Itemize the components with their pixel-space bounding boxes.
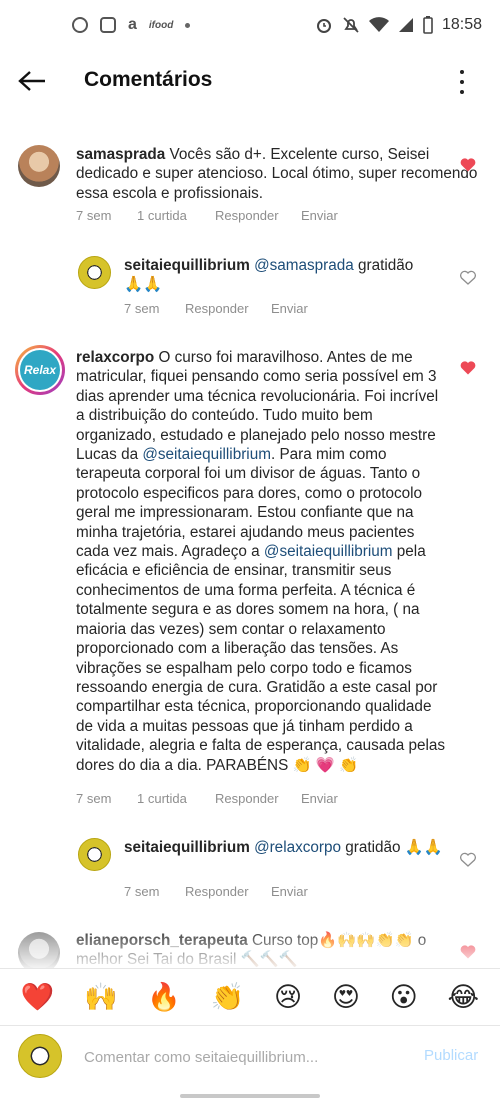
emoji-laughing-button[interactable]: 😂 [448,982,480,1012]
avatar[interactable]: Relax [15,345,65,395]
comment-text-part3: pela eficácia e eficiência de ensinar, t… [76,543,446,774]
reply-button[interactable]: Responder [215,791,301,806]
comment-time: 7 sem [76,208,112,223]
comment-username[interactable]: elianeporsch_terapeuta [76,932,248,949]
wifi-icon [368,17,389,32]
notification-icons: a ifood [72,16,191,34]
status-bar: a ifood 18:58 [0,0,500,50]
comment-time: 7 sem [124,884,160,899]
comment-meta: 7 sem 1 curtida Responder Enviar [76,208,338,223]
send-button[interactable]: Enviar [301,791,338,806]
avatar[interactable] [18,932,60,970]
comment-composer: Publicar [0,1027,500,1089]
quick-emoji-bar: ❤️ 🙌 🔥 👏 😢 😍 😮 😂 [0,968,500,1026]
amazon-icon: a [128,16,137,33]
comment-body: seitaiequillibrium @samasprada gratidão … [124,256,434,295]
comment-username[interactable]: relaxcorpo [76,349,154,366]
reply-seitaiequillibrium: seitaiequillibrium @relaxcorpo gratidão … [0,832,500,907]
reply-button[interactable]: Responder [185,301,271,316]
avatar[interactable] [78,256,111,289]
emoji-surprised-button[interactable]: 😮 [390,982,418,1012]
send-button[interactable]: Enviar [301,208,338,223]
comment-meta: 7 sem Responder Enviar [124,301,308,316]
mention-link[interactable]: @seitaiequillibrium [264,543,393,560]
heart-filled-icon[interactable] [460,360,476,375]
mention-link[interactable]: @seitaiequillibrium [142,446,271,463]
comment-samasprada: samasprada Vocês são d+. Excelente curso… [0,140,500,240]
avatar[interactable] [78,838,111,871]
heart-outline-icon[interactable] [460,270,476,285]
comment-body: samasprada Vocês são d+. Excelente curso… [76,145,486,203]
page-title: Comentários [84,68,213,91]
emoji-raised-hands-button[interactable]: 🙌 [84,982,118,1012]
battery-icon [423,16,433,34]
comment-meta: 7 sem Responder Enviar [124,884,308,899]
heart-filled-icon[interactable] [460,944,476,959]
comment-text: gratidão 🙏🙏 [345,839,443,856]
comment-body: seitaiequillibrium @relaxcorpo gratidão … [124,838,444,857]
send-button[interactable]: Enviar [271,301,308,316]
reply-seitaiequillibrium: seitaiequillibrium @samasprada gratidão … [0,250,500,325]
emoji-heart-button[interactable]: ❤️ [21,982,55,1012]
likes-count[interactable]: 1 curtida [137,208,215,223]
reply-button[interactable]: Responder [215,208,301,223]
comment-body: elianeporsch_terapeuta Curso top🔥🙌🙌👏👏 o … [76,931,446,970]
reply-button[interactable]: Responder [185,884,271,899]
publish-button[interactable]: Publicar [424,1047,478,1064]
heart-outline-icon[interactable] [460,852,476,867]
emoji-crying-button[interactable]: 😢 [274,982,302,1012]
app-header: Comentários [0,52,500,110]
emoji-heart-eyes-button[interactable]: 😍 [332,982,360,1012]
back-arrow-icon[interactable] [18,70,46,92]
mention-link[interactable]: @relaxcorpo [254,839,341,856]
more-notifications-dot [185,22,191,28]
comment-input[interactable] [84,1045,384,1069]
comment-meta: 7 sem 1 curtida Responder Enviar [76,791,338,806]
relax-logo: Relax [20,350,60,390]
comment-username[interactable]: seitaiequillibrium [124,257,250,274]
comment-time: 7 sem [124,301,160,316]
comment-username[interactable]: samasprada [76,146,165,163]
comment-relaxcorpo: Relax relaxcorpo O curso foi maravilhoso… [0,342,500,817]
alarm-icon [316,19,331,33]
emoji-fire-button[interactable]: 🔥 [147,982,181,1012]
signal-icon [398,18,413,32]
heart-filled-icon[interactable] [460,157,476,172]
ifood-icon: ifood [148,19,174,31]
emoji-clapping-button[interactable]: 👏 [211,982,245,1012]
system-icons: 18:58 [315,16,482,34]
more-options-icon[interactable] [455,70,469,94]
avatar[interactable] [18,145,60,187]
current-user-avatar [18,1034,62,1078]
comment-time: 7 sem [76,791,112,806]
clock: 18:58 [441,16,482,33]
home-indicator[interactable] [180,1094,320,1098]
mute-icon [343,17,359,33]
comment-username[interactable]: seitaiequillibrium [124,839,250,856]
send-button[interactable]: Enviar [271,884,308,899]
comment-body: relaxcorpo O curso foi maravilhoso. Ante… [76,348,446,775]
likes-count[interactable]: 1 curtida [137,791,215,806]
mention-link[interactable]: @samasprada [254,257,354,274]
comment-elianeporsch: elianeporsch_terapeuta Curso top🔥🙌🙌👏👏 o … [0,925,500,970]
instagram-icon [72,17,88,33]
phone-app-icon [100,17,116,33]
